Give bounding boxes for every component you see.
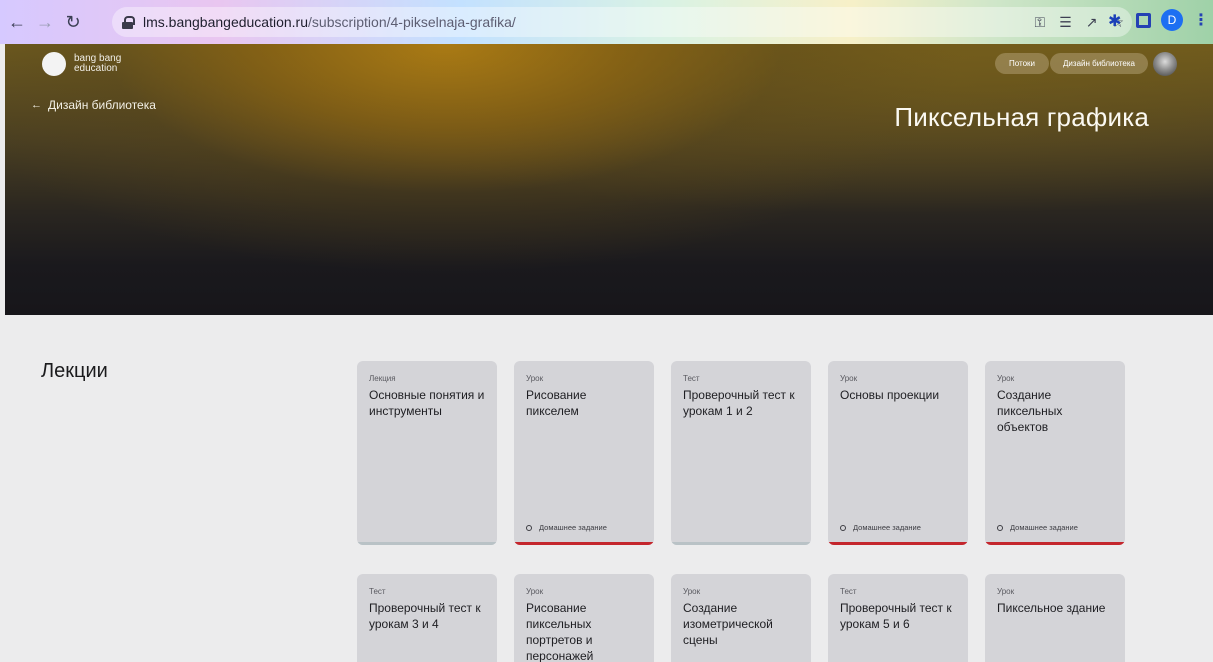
lesson-card[interactable]: Тест Проверочный тест к урокам 3 и 4 — [357, 574, 497, 662]
card-title: Создание изометрической сцены — [683, 601, 773, 647]
card-type: Урок — [526, 587, 544, 596]
card-title: Проверочный тест к урокам 3 и 4 — [369, 601, 481, 631]
card-type: Лекция — [369, 374, 396, 383]
card-type: Урок — [997, 374, 1015, 383]
card-accent-bar — [514, 542, 654, 545]
lesson-card[interactable]: Урок Пиксельное здание — [985, 574, 1125, 662]
card-accent-bar — [671, 542, 811, 545]
card-type: Урок — [683, 587, 701, 596]
homework-status: Домашнее задание — [997, 523, 1078, 532]
circle-icon — [997, 524, 1003, 531]
lesson-card[interactable]: Урок Рисование пиксельных портретов и пе… — [514, 574, 654, 662]
card-title: Пиксельное здание — [997, 601, 1106, 615]
card-type: Урок — [840, 374, 858, 383]
lesson-card[interactable]: Тест Проверочный тест к урокам 5 и 6 — [828, 574, 968, 662]
back-arrow-icon[interactable]: ← — [6, 11, 28, 33]
card-title: Основы проекции — [840, 388, 940, 402]
card-accent-bar — [828, 542, 968, 545]
card-title: Основные понятия и инструменты — [369, 388, 485, 418]
course-hero: bang bang education ← Дизайн библиотека … — [5, 44, 1213, 315]
homework-status: Домашнее задание — [526, 523, 607, 532]
card-title: Проверочный тест к урокам 5 и 6 — [840, 601, 952, 631]
streams-button[interactable]: Потоки — [995, 53, 1049, 74]
forward-arrow-icon[interactable]: → — [34, 11, 56, 33]
lesson-card[interactable]: Тест Проверочный тест к урокам 1 и 2 — [671, 361, 811, 545]
lock-icon[interactable] — [122, 15, 135, 29]
url-path: /subscription/4-pikselnaja-grafika/ — [308, 14, 516, 30]
key-icon[interactable]: ⚿ — [1034, 14, 1045, 31]
card-type: Тест — [840, 587, 857, 596]
card-title: Создание пиксельных объектов — [997, 388, 1063, 434]
browser-toolbar: ← → ↻ lms.bangbangeducation.ru/subscript… — [0, 0, 1213, 44]
design-library-button[interactable]: Дизайн библиотека — [1050, 53, 1148, 74]
share-icon[interactable]: ↗ — [1086, 14, 1098, 31]
logo-circle-icon — [42, 52, 66, 76]
card-title: Проверочный тест к урокам 1 и 2 — [683, 388, 795, 418]
card-title: Рисование пикселем — [526, 388, 587, 418]
circle-icon — [526, 524, 532, 531]
translate-icon[interactable]: ☰ — [1059, 14, 1072, 31]
lesson-card[interactable]: Лекция Основные понятия и инструменты — [357, 361, 497, 545]
card-type: Тест — [683, 374, 700, 383]
homework-status: Домашнее задание — [840, 523, 921, 532]
card-accent-bar — [357, 542, 497, 545]
lesson-card[interactable]: Урок Создание изометрической сцены — [671, 574, 811, 662]
card-type: Тест — [369, 587, 386, 596]
back-to-library-link[interactable]: ← Дизайн библиотека — [31, 98, 156, 112]
card-accent-bar — [985, 542, 1125, 545]
lesson-card[interactable]: Урок Рисование пикселем Домашнее задание — [514, 361, 654, 545]
page-title: Пиксельная графика — [894, 102, 1149, 132]
url-host: lms.bangbangeducation.ru — [143, 14, 309, 30]
profile-avatar[interactable]: D — [1161, 9, 1183, 31]
card-type: Урок — [526, 374, 544, 383]
reload-icon[interactable]: ↻ — [62, 11, 84, 33]
section-title: Лекции — [41, 360, 108, 382]
logo-line-2: education — [74, 63, 118, 74]
site-logo[interactable]: bang bang education — [42, 52, 121, 76]
back-link-label: Дизайн библиотека — [48, 98, 156, 112]
lesson-card[interactable]: Урок Создание пиксельных объектов Домашн… — [985, 361, 1125, 545]
extensions-puzzle-icon[interactable]: ✱ — [1108, 11, 1126, 30]
card-type: Урок — [997, 587, 1015, 596]
circle-icon — [840, 524, 846, 531]
card-title: Рисование пиксельных портретов и персона… — [526, 601, 594, 662]
address-bar[interactable]: lms.bangbangeducation.ru/subscription/4-… — [112, 7, 1132, 37]
side-panel-icon[interactable] — [1136, 12, 1151, 28]
user-avatar[interactable] — [1153, 52, 1177, 76]
back-arrow-small-icon: ← — [31, 99, 42, 111]
lesson-card[interactable]: Урок Основы проекции Домашнее задание — [828, 361, 968, 545]
browser-menu-icon[interactable]: ⋮ — [1193, 10, 1209, 30]
